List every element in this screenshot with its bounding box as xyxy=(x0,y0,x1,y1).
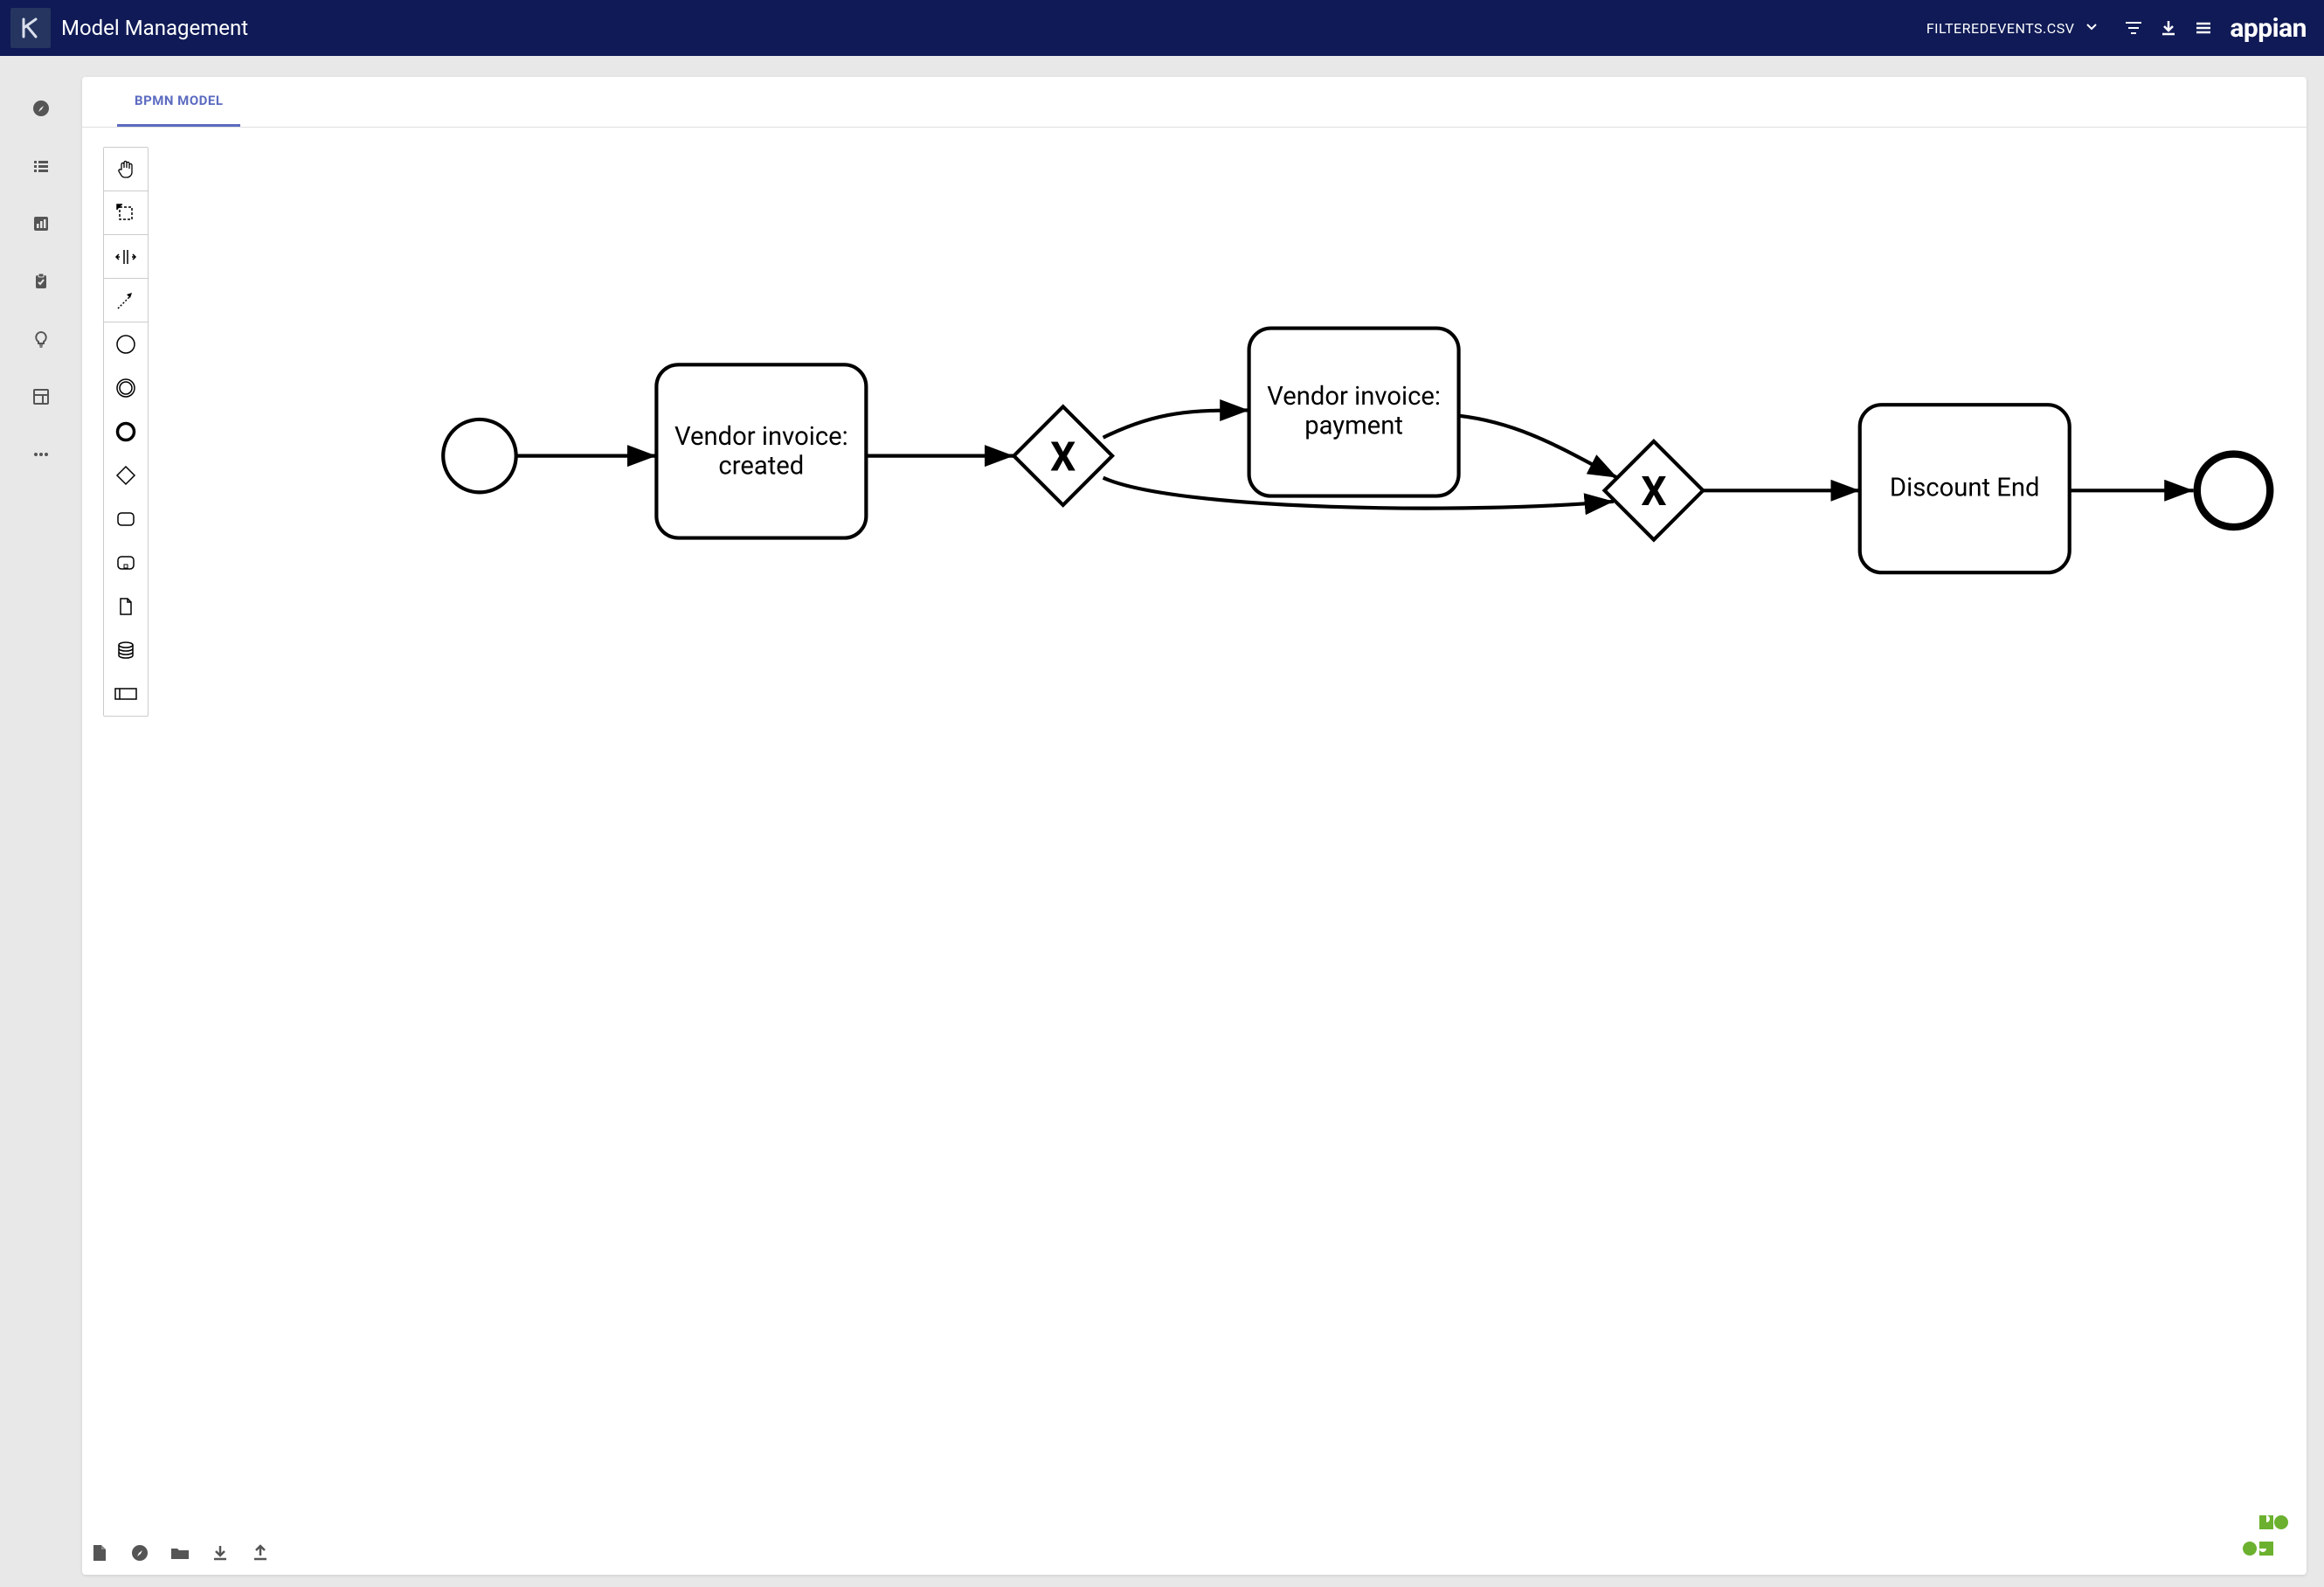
canvas-area[interactable]: Vendor invoice: created X xyxy=(82,128,2307,1531)
nav-dashboard[interactable] xyxy=(31,386,52,407)
end-event[interactable] xyxy=(2197,454,2270,527)
page-title: Model Management xyxy=(61,16,248,40)
folder-button[interactable] xyxy=(169,1542,190,1563)
tab-bar: BPMN MODEL xyxy=(82,77,2307,128)
compass-icon xyxy=(130,1543,149,1563)
logo-k-icon xyxy=(18,16,43,40)
left-nav xyxy=(0,56,82,1587)
download-icon xyxy=(2159,18,2178,38)
more-horizontal-icon xyxy=(31,445,51,464)
file-icon xyxy=(91,1543,108,1563)
nav-explore[interactable] xyxy=(31,98,52,119)
flow-payment-gateway2[interactable] xyxy=(1459,416,1618,478)
folder-icon xyxy=(169,1543,190,1563)
brand-label: appian xyxy=(2230,13,2307,44)
model-card: BPMN MODEL xyxy=(82,77,2307,1575)
hamburger-icon xyxy=(2194,18,2213,38)
download-button[interactable] xyxy=(2151,10,2186,45)
nav-more[interactable] xyxy=(31,444,52,465)
dashboard-icon xyxy=(31,387,51,406)
filter-icon xyxy=(2124,18,2143,38)
nav-tasks[interactable] xyxy=(31,271,52,292)
lightbulb-icon xyxy=(31,329,51,349)
compass-icon xyxy=(31,99,51,118)
nav-analytics[interactable] xyxy=(31,213,52,234)
filter-button[interactable] xyxy=(2116,10,2151,45)
upload-file-button[interactable] xyxy=(250,1542,271,1563)
download-file-button[interactable] xyxy=(210,1542,231,1563)
file-selector-label: FILTEREDEVENTS.CSV xyxy=(1926,20,2075,37)
task-payment-label: Vendor invoice: payment xyxy=(1249,329,1459,496)
flow-gateway1-payment[interactable] xyxy=(1103,410,1249,437)
start-event[interactable] xyxy=(443,419,515,492)
explore-button[interactable] xyxy=(129,1542,150,1563)
app-header: Model Management FILTEREDEVENTS.CSV appi… xyxy=(0,0,2324,56)
list-icon xyxy=(31,156,51,176)
new-file-button[interactable] xyxy=(89,1542,110,1563)
bar-chart-icon xyxy=(31,214,51,233)
nav-ideas[interactable] xyxy=(31,329,52,350)
file-selector[interactable]: FILTEREDEVENTS.CSV xyxy=(1926,19,2099,37)
download-icon xyxy=(211,1543,229,1563)
bpmn-io-logo xyxy=(2240,1514,2289,1557)
upload-icon xyxy=(252,1543,269,1563)
clipboard-check-icon xyxy=(31,272,51,291)
task-created-label: Vendor invoice: created xyxy=(656,364,866,537)
menu-button[interactable] xyxy=(2186,10,2221,45)
nav-list[interactable] xyxy=(31,156,52,177)
app-logo xyxy=(10,8,51,48)
gateway-1-marker: X xyxy=(1050,433,1076,481)
tab-bpmn-model[interactable]: BPMN MODEL xyxy=(117,77,240,127)
bottom-toolbar xyxy=(82,1531,2307,1575)
chevron-down-icon xyxy=(2085,19,2099,37)
bpmn-diagram: Vendor invoice: created X xyxy=(82,128,2307,1531)
gateway-2-marker: X xyxy=(1641,468,1666,516)
task-discount-label: Discount End xyxy=(1860,405,2070,572)
